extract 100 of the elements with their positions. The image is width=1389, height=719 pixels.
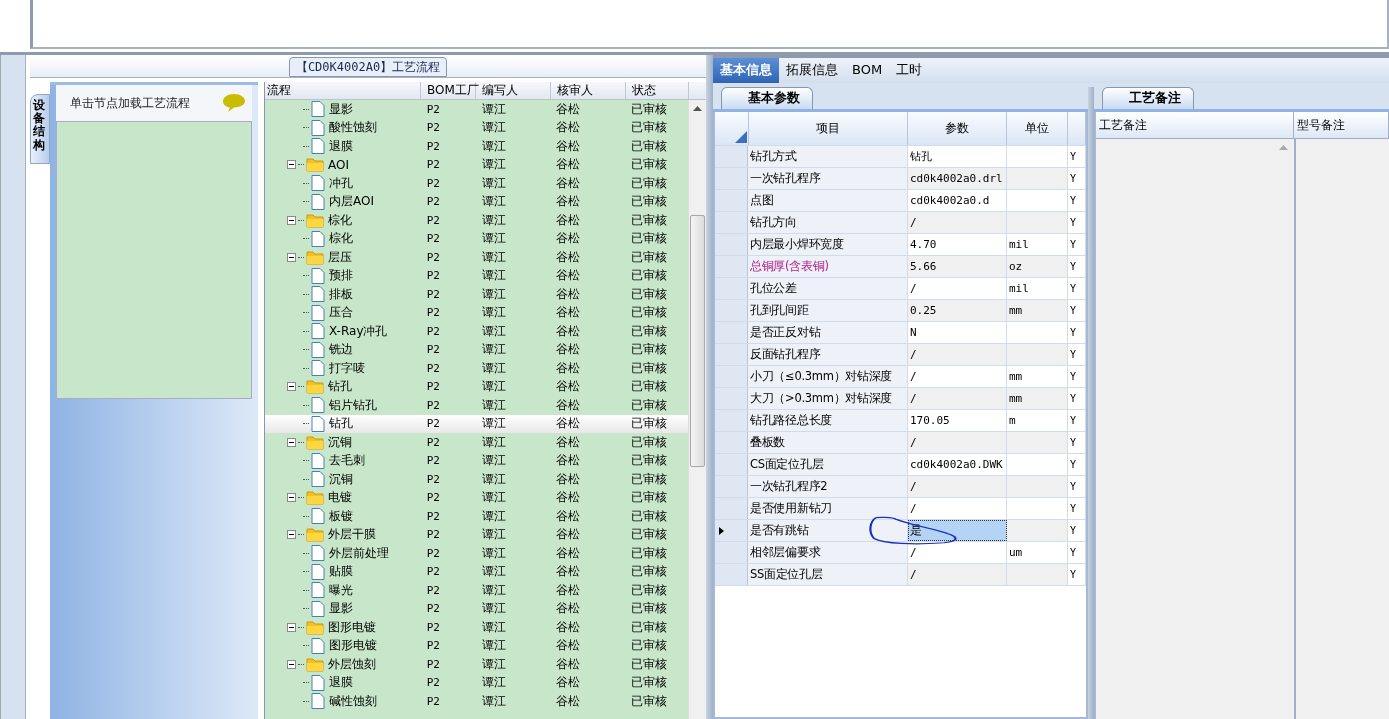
tree-row[interactable]: 退膜 P2 谭江 谷松 已审核 [265,673,689,692]
tree-row[interactable]: 预排 P2 谭江 谷松 已审核 [265,266,689,285]
value-cell[interactable]: 170.05 [908,410,1007,431]
tree-row[interactable]: 去毛刺 P2 谭江 谷松 已审核 [265,451,689,470]
splitter-handle[interactable] [1088,87,1094,719]
tree-row[interactable]: 压合 P2 谭江 谷松 已审核 [265,303,689,322]
collapse-toggle[interactable] [287,160,296,170]
tree-row[interactable]: 外层前处理 P2 谭江 谷松 已审核 [265,544,689,563]
tree-row[interactable]: AOI P2 谭江 谷松 已审核 [265,155,689,174]
tab[interactable]: 拓展信息 [779,58,845,83]
column-header[interactable]: 单位 [1007,112,1068,145]
sub-tab[interactable]: 基本参数 [721,87,813,109]
value-cell[interactable]: 钻孔 [908,146,1007,167]
tree-row[interactable]: 棕化 P2 谭江 谷松 已审核 [265,211,689,230]
tree-row[interactable]: 钻孔 P2 谭江 谷松 已审核 [265,414,689,433]
tree-row[interactable]: 层压 P2 谭江 谷松 已审核 [265,248,689,267]
value-cell[interactable]: / [908,344,1007,365]
scrollbar-thumb[interactable] [690,215,705,467]
tree-row[interactable]: 酸性蚀刻 P2 谭江 谷松 已审核 [265,118,689,137]
tree-row[interactable]: 沉铜 P2 谭江 谷松 已审核 [265,433,689,452]
value-cell[interactable]: 是 [908,520,1007,541]
collapse-toggle[interactable] [287,252,296,262]
table-cell-text: 已审核 [630,304,669,322]
tree-row[interactable]: 图形电镀 P2 谭江 谷松 已审核 [265,636,689,655]
value-cell[interactable]: / [908,388,1007,409]
sub-tab[interactable]: 工艺备注 [1102,87,1194,109]
tree-row[interactable]: 外层蚀刻 P2 谭江 谷松 已审核 [265,655,689,674]
tree-row[interactable]: 退膜 P2 谭江 谷松 已审核 [265,137,689,156]
column-header[interactable]: 项目 [748,112,908,145]
value-cell[interactable]: / [908,564,1007,585]
collapse-toggle[interactable] [287,382,296,392]
value-cell[interactable]: / [908,476,1007,497]
collapse-toggle[interactable] [287,530,296,540]
table-cell-text: 已审核 [630,285,669,303]
table-cell-text: P2 [425,620,441,634]
step-name: 显影 [329,600,353,618]
value-cell[interactable]: 5.66 [908,256,1007,277]
corner-triangle-icon [735,131,747,143]
table-cell: 是否正反对钻 [748,322,908,343]
column-header[interactable]: 参数 [908,112,1007,145]
column-header[interactable]: 核审人 [551,82,626,99]
tree-row[interactable]: 显影 P2 谭江 谷松 已审核 [265,100,689,119]
tree-row[interactable]: 内层AOI P2 谭江 谷松 已审核 [265,192,689,211]
speech-bubble-icon [222,93,246,113]
table-cell: 小刀（≤0.3mm）对钻深度 [748,366,908,387]
tree-row[interactable]: X-Ray冲孔 P2 谭江 谷松 已审核 [265,322,689,341]
column-header[interactable]: 工艺备注 [1096,112,1294,138]
splitter-handle[interactable] [706,55,713,719]
tree-row[interactable]: 打字唛 P2 谭江 谷松 已审核 [265,359,689,378]
tree-row[interactable]: 沉铜 P2 谭江 谷松 已审核 [265,470,689,489]
value-cell[interactable]: 0.25 [908,300,1007,321]
scrollbar[interactable] [688,100,706,719]
collapse-toggle[interactable] [287,215,296,225]
tab[interactable]: BOM [845,58,890,83]
table-cell-text: P2 [425,195,441,209]
tree-row[interactable]: 曝光 P2 谭江 谷松 已审核 [265,581,689,600]
table-cell: Y [1068,300,1086,321]
value-cell[interactable]: N [908,322,1007,343]
collapse-toggle[interactable] [287,622,296,632]
tree-row[interactable]: 冲孔 P2 谭江 谷松 已审核 [265,174,689,193]
column-header[interactable]: 状态 [626,82,689,99]
value-cell[interactable]: / [908,366,1007,387]
document-icon [311,545,325,562]
value-cell[interactable]: / [908,432,1007,453]
table-cell: 叠板数 [748,432,908,453]
table-cell: 钻孔路径总长度 [748,410,908,431]
tree-row[interactable]: 排板 P2 谭江 谷松 已审核 [265,285,689,304]
tree-row[interactable]: 贴膜 P2 谭江 谷松 已审核 [265,562,689,581]
value-cell[interactable]: cd0k4002a0.DWK [908,454,1007,475]
tree-row[interactable]: 显影 P2 谭江 谷松 已审核 [265,599,689,618]
column-header[interactable]: 型号备注 [1294,112,1389,138]
tree-row[interactable]: 碱性蚀刻 P2 谭江 谷松 已审核 [265,692,689,711]
value-cell[interactable]: / [908,498,1007,519]
tree-row[interactable]: 外层干膜 P2 谭江 谷松 已审核 [265,525,689,544]
tab[interactable]: 工时 [889,58,930,83]
value-cell[interactable]: 4.70 [908,234,1007,255]
collapse-toggle[interactable] [287,493,296,503]
tree-row[interactable]: 棕化 P2 谭江 谷松 已审核 [265,229,689,248]
row-header[interactable] [715,520,748,541]
value-cell[interactable]: / [908,212,1007,233]
tree-row[interactable]: 铝片钻孔 P2 谭江 谷松 已审核 [265,396,689,415]
collapse-toggle[interactable] [287,659,296,669]
value-cell[interactable]: cd0k4002a0.drl [908,168,1007,189]
value-cell[interactable]: cd0k4002a0.d [908,190,1007,211]
tree-row[interactable]: 图形电镀 P2 谭江 谷松 已审核 [265,618,689,637]
tree-row[interactable]: 板镀 P2 谭江 谷松 已审核 [265,507,689,526]
tree-row[interactable]: 电镀 P2 谭江 谷松 已审核 [265,488,689,507]
tab[interactable]: 基本信息 [713,58,779,83]
scroll-up-icon[interactable] [693,106,702,111]
side-tab[interactable]: 设备结构 [30,94,50,164]
tree-row[interactable]: 钻孔 P2 谭江 谷松 已审核 [265,377,689,396]
collapse-toggle[interactable] [287,437,296,447]
table-cell: mm [1007,366,1068,387]
document-icon [311,267,325,284]
tree-row[interactable]: 铣边 P2 谭江 谷松 已审核 [265,340,689,359]
column-header[interactable]: 流程 [265,82,421,99]
table-cell: Y [1068,278,1086,299]
panel-title-tab[interactable]: 【CD0K4002A0】工艺流程 [288,57,448,77]
value-cell[interactable]: / [908,278,1007,299]
value-cell[interactable]: / [908,542,1007,563]
